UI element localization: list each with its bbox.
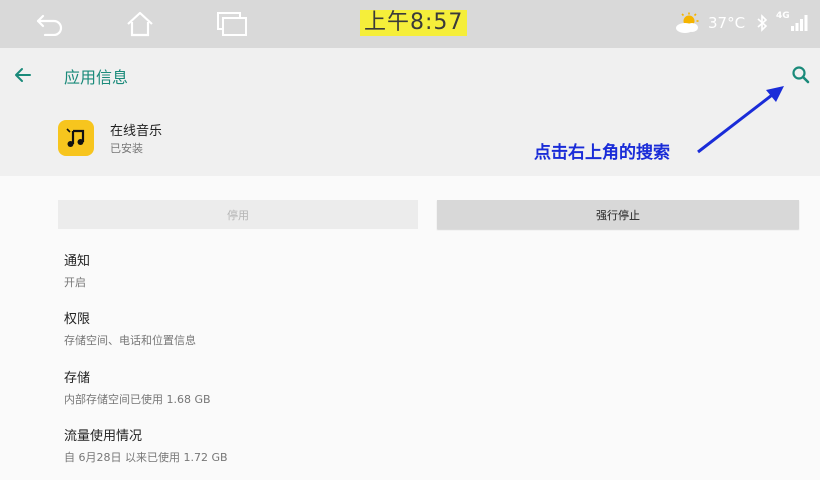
list-item-title: 通知	[64, 254, 91, 269]
list-item-data-usage[interactable]: 流量使用情况 自 6月28日 以来已使用 1.72 GB	[64, 425, 764, 465]
annotation-text: 点击右上角的搜索	[534, 143, 670, 163]
list-item-subtitle: 内部存储空间已使用 1.68 GB	[64, 393, 211, 406]
recent-apps-icon[interactable]	[212, 8, 252, 40]
list-item-title: 权限	[64, 312, 91, 327]
list-item-notifications[interactable]: 通知 开启	[64, 250, 764, 290]
disable-button[interactable]: 停用	[58, 200, 418, 229]
force-stop-button[interactable]: 强行停止	[437, 200, 799, 229]
app-install-status: 已安装	[110, 142, 143, 155]
list-item-title: 流量使用情况	[64, 429, 143, 444]
list-item-subtitle: 自 6月28日 以来已使用 1.72 GB	[64, 451, 228, 464]
app-name: 在线音乐	[110, 124, 163, 139]
music-note-icon	[66, 128, 85, 147]
list-item-storage[interactable]: 存储 内部存储空间已使用 1.68 GB	[64, 367, 764, 407]
signal-icon	[791, 15, 808, 31]
search-icon[interactable]	[790, 64, 812, 86]
home-icon[interactable]	[120, 8, 160, 40]
list-item-permissions[interactable]: 权限 存储空间、电话和位置信息	[64, 308, 764, 348]
network-type: 4G	[776, 11, 790, 21]
weather: 37°C	[674, 12, 745, 34]
list-item-title: 存储	[64, 371, 91, 386]
weather-sun-cloud-icon	[676, 12, 699, 33]
annotation-arrow-icon	[697, 86, 784, 154]
clock: 上午8:57	[360, 10, 468, 36]
status-bar: 上午8:57 37°C 4G	[0, 0, 820, 48]
temperature: 37°C	[708, 14, 746, 32]
bluetooth-icon	[757, 14, 768, 32]
app-icon	[58, 120, 94, 156]
list-item-subtitle: 开启	[64, 276, 86, 289]
back-icon[interactable]	[30, 8, 70, 40]
list-item-subtitle: 存储空间、电话和位置信息	[64, 334, 196, 347]
page-title: 应用信息	[64, 68, 129, 87]
arrow-left-icon[interactable]	[12, 64, 34, 86]
